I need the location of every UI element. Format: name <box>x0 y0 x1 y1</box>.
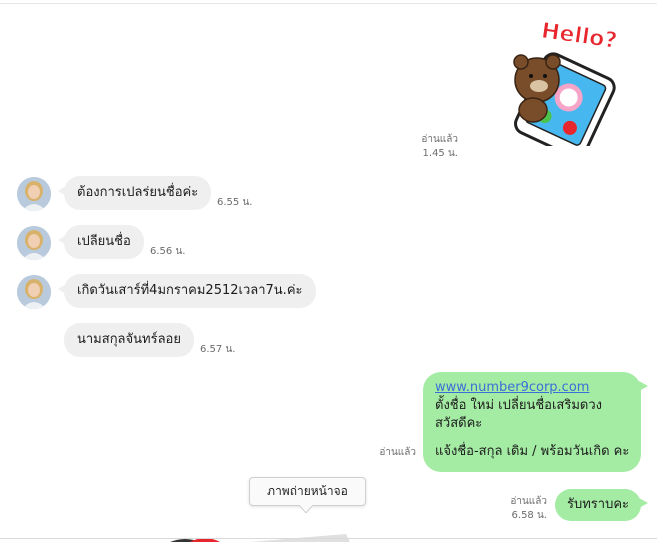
message-timestamp: 6.56 น. <box>150 246 186 257</box>
avatar[interactable] <box>17 275 51 309</box>
message-bubble[interactable]: นามสกุลจันทร์ลอย <box>64 323 194 357</box>
message-line: สวัสดีคะ <box>435 416 483 431</box>
message-read-status: อ่านแล้ว <box>510 496 547 507</box>
sticker-timestamp: 1.45 น. <box>422 148 458 159</box>
message-bubble[interactable]: รับทราบคะ <box>555 489 648 521</box>
message-line: ตั้งชื่อ ใหม่ เปลี่ยนชื่อเสริมดวง <box>435 398 602 413</box>
message-bubble[interactable]: เกิดวันเสาร์ที่4มกราคม2512เวลา7น.ค่ะ <box>58 274 316 308</box>
message-timestamp: 6.57 น. <box>200 344 236 355</box>
screenshot-toolbar-peek <box>170 534 350 542</box>
avatar[interactable] <box>17 226 51 260</box>
message-read-status: อ่านแล้ว <box>379 447 416 458</box>
message-line: แจ้งชื่อ-สกุล เดิม / พร้อมวันเกิด คะ <box>435 444 630 459</box>
sticker-text: Hello? <box>540 19 619 54</box>
sticker-read-status: อ่านแล้ว <box>421 134 458 145</box>
hello-bear-sticker[interactable]: Hello? <box>493 18 633 146</box>
message-bubble[interactable]: www.number9corp.com ตั้งชื่อ ใหม่ เปลี่ย… <box>423 372 648 472</box>
top-divider <box>0 3 657 4</box>
message-link[interactable]: www.number9corp.com <box>435 379 641 397</box>
tooltip-arrow <box>299 505 313 513</box>
message-bubble[interactable]: เปลียนชื่อ <box>58 225 144 259</box>
message-timestamp: 6.58 น. <box>511 510 547 521</box>
message-bubble[interactable]: ต้องการเปลร่ยนชื่อค่ะ <box>57 176 212 210</box>
avatar[interactable] <box>17 177 51 211</box>
screenshot-tooltip: ภาพถ่ายหน้าจอ <box>249 477 366 506</box>
message-timestamp: 6.55 น. <box>217 197 253 208</box>
bottom-divider <box>0 538 657 539</box>
